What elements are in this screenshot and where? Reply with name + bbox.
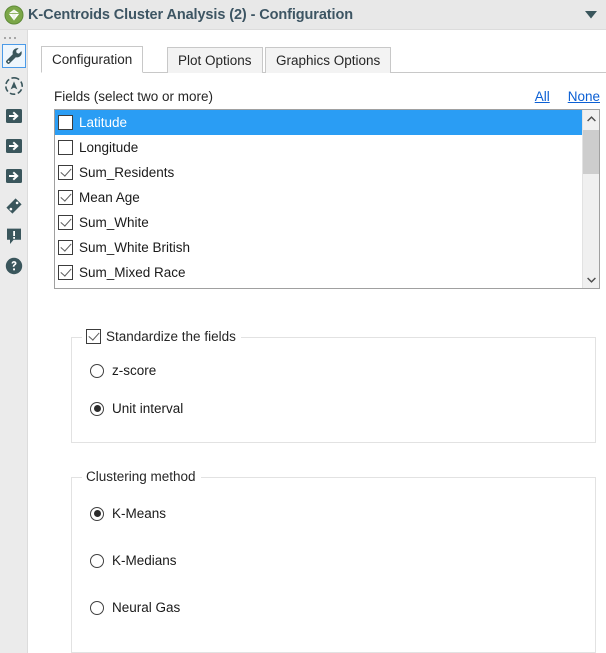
radio-k-means[interactable]: K-Means	[90, 506, 166, 521]
standardize-checkbox[interactable]	[86, 329, 101, 344]
radio-label: Neural Gas	[112, 600, 181, 615]
standardize-groupbox-title: Standardize the fields	[82, 329, 241, 344]
radio-label: Unit interval	[112, 401, 184, 416]
radio-unit-interval[interactable]: Unit interval	[90, 401, 183, 416]
clustering-method-groupbox-title: Clustering method	[82, 469, 201, 484]
chevron-up-icon[interactable]	[583, 110, 599, 127]
fields-list-scrollbar[interactable]	[582, 110, 599, 288]
input-arrow-icon-2[interactable]	[2, 134, 26, 158]
input-arrow-icon-3[interactable]	[2, 164, 26, 188]
message-alert-icon[interactable]	[2, 224, 26, 248]
select-none-link[interactable]: None	[568, 89, 600, 104]
radio-label: K-Means	[112, 506, 167, 521]
clustering-method-groupbox: Clustering method K-Means K-Medians Neur…	[71, 469, 596, 653]
fields-list[interactable]: Latitude Longitude Sum_Residents Mean Ag…	[54, 109, 600, 289]
tag-icon[interactable]	[2, 194, 26, 218]
tab-graphics-options-label: Graphics Options	[276, 53, 381, 68]
radio-button[interactable]	[90, 506, 104, 521]
standardize-label: Standardize the fields	[106, 329, 236, 344]
field-label: Mean Age	[79, 190, 140, 205]
scrollbar-thumb[interactable]	[583, 130, 599, 174]
radio-label: K-Medians	[112, 553, 177, 568]
tab-plot-options[interactable]: Plot Options	[167, 47, 263, 73]
tab-configuration[interactable]: Configuration	[41, 46, 144, 73]
field-checkbox[interactable]	[58, 115, 73, 130]
tab-strip: Configuration Plot Options Graphics Opti…	[41, 46, 606, 73]
input-arrow-icon-1[interactable]	[2, 104, 26, 128]
list-item[interactable]: Sum_White	[55, 210, 583, 235]
window-titlebar: K-Centroids Cluster Analysis (2) - Confi…	[0, 0, 606, 30]
field-checkbox[interactable]	[58, 240, 73, 255]
tab-configuration-label: Configuration	[52, 52, 133, 67]
configuration-panel: Configuration Plot Options Graphics Opti…	[29, 31, 606, 653]
standardize-groupbox: Standardize the fields z-score Unit inte…	[71, 329, 596, 443]
select-all-link[interactable]: All	[535, 89, 550, 104]
alteryx-diamond-icon	[4, 5, 24, 25]
tab-graphics-options[interactable]: Graphics Options	[265, 47, 392, 73]
window-title: K-Centroids Cluster Analysis (2) - Confi…	[28, 6, 353, 23]
radio-z-score[interactable]: z-score	[90, 363, 156, 378]
help-icon[interactable]	[2, 254, 26, 278]
list-item[interactable]: Latitude	[55, 110, 583, 135]
radio-button[interactable]	[90, 553, 104, 568]
chevron-down-icon[interactable]	[583, 271, 599, 288]
radio-button[interactable]	[90, 600, 104, 615]
field-checkbox[interactable]	[58, 190, 73, 205]
radio-k-medians[interactable]: K-Medians	[90, 553, 177, 568]
field-label: Latitude	[79, 115, 128, 130]
list-item[interactable]: Mean Age	[55, 185, 583, 210]
field-checkbox[interactable]	[58, 265, 73, 280]
list-item[interactable]: Sum_White British	[55, 235, 583, 260]
radio-neural-gas[interactable]: Neural Gas	[90, 600, 180, 615]
list-item[interactable]: Longitude	[55, 135, 583, 160]
field-label: Sum_Residents	[79, 165, 175, 180]
drag-grip-dots[interactable]	[4, 34, 24, 42]
field-label: Longitude	[79, 140, 139, 155]
fields-list-items: Latitude Longitude Sum_Residents Mean Ag…	[55, 110, 583, 288]
clustering-method-label: Clustering method	[86, 469, 196, 484]
tool-icon-rail	[0, 30, 28, 653]
annotation-target-icon[interactable]	[2, 74, 26, 98]
chevron-down-icon[interactable]	[584, 8, 598, 22]
radio-label: z-score	[112, 363, 157, 378]
field-label: Sum_White British	[79, 240, 191, 255]
configuration-wrench-icon[interactable]	[2, 44, 26, 68]
fields-label: Fields (select two or more)	[54, 88, 214, 104]
tab-plot-options-label: Plot Options	[178, 53, 252, 68]
field-label: Sum_White	[79, 215, 149, 230]
field-label: Sum_Mixed Race	[79, 265, 186, 280]
field-checkbox[interactable]	[58, 215, 73, 230]
fields-header: Fields (select two or more) All None	[54, 87, 600, 105]
radio-button[interactable]	[90, 401, 104, 416]
radio-button[interactable]	[90, 363, 104, 378]
field-checkbox[interactable]	[58, 140, 73, 155]
list-item[interactable]: Sum_Residents	[55, 160, 583, 185]
list-item[interactable]: Sum_Mixed Race	[55, 260, 583, 285]
field-checkbox[interactable]	[58, 165, 73, 180]
